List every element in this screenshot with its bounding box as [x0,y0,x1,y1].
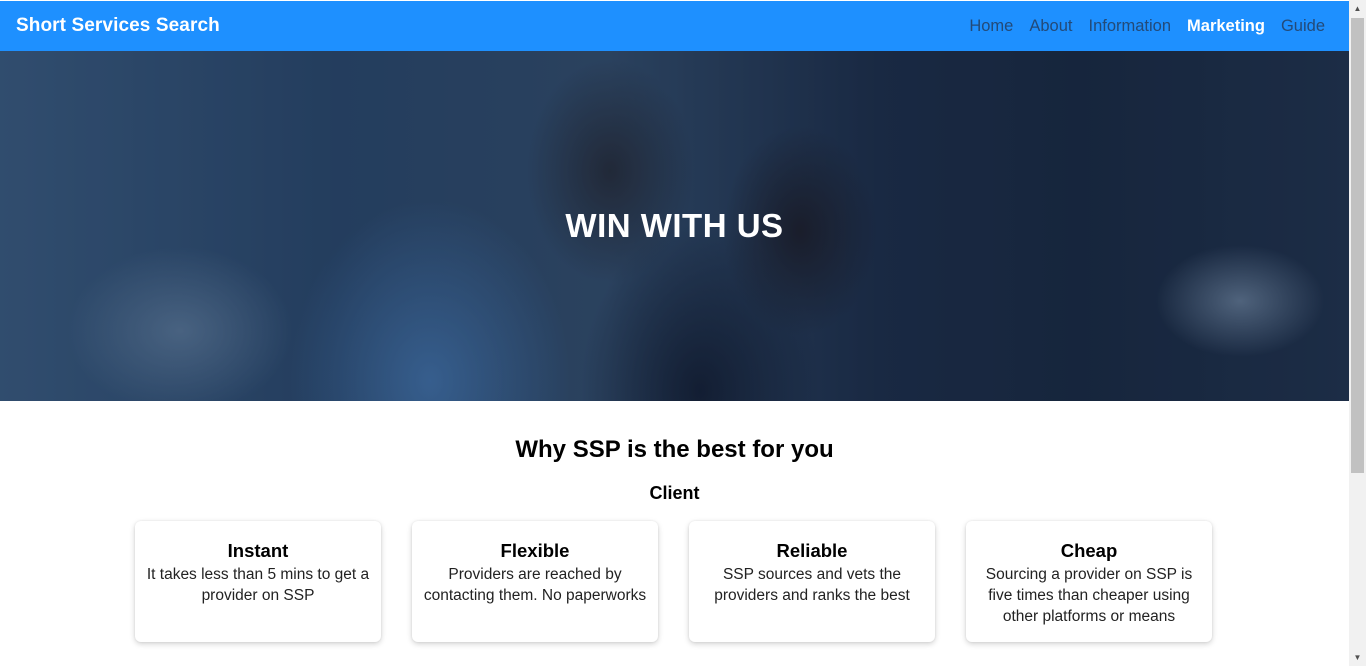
card-title: Flexible [500,540,570,561]
nav-links: Home About Information Marketing Guide [969,17,1333,36]
nav-link-about[interactable]: About [1029,17,1072,36]
feature-card-instant: Instant It takes less than 5 mins to get… [135,521,381,642]
vertical-scrollbar[interactable]: ▲ ▼ [1349,0,1366,666]
card-text: It takes less than 5 mins to get a provi… [146,566,370,604]
brand-logo-text[interactable]: Short Services Search [16,15,220,37]
top-navbar: Short Services Search Home About Informa… [0,1,1349,51]
section-title: Why SSP is the best for you [515,436,834,463]
card-title: Instant [227,540,289,561]
card-title: Reliable [776,540,848,561]
card-text: Providers are reached by contacting them… [423,566,647,604]
card-text: Sourcing a provider on SSP is five times… [985,566,1193,625]
page: Short Services Search Home About Informa… [0,0,1349,666]
feature-card-cheap: Cheap Sourcing a provider on SSP is five… [966,521,1212,642]
hero-title: WIN WITH US [565,207,784,244]
nav-link-home[interactable]: Home [969,17,1013,36]
scroll-up-icon[interactable]: ▲ [1349,0,1366,17]
feature-card-reliable: Reliable SSP sources and vets the provid… [689,521,935,642]
section-subtitle: Client [649,483,700,503]
feature-cards: Instant It takes less than 5 mins to get… [135,521,1215,642]
hero-banner: WIN WITH US [0,51,1349,401]
card-text: SSP sources and vets the providers and r… [714,566,910,604]
nav-link-information[interactable]: Information [1088,17,1171,36]
feature-card-flexible: Flexible Providers are reached by contac… [412,521,658,642]
nav-link-marketing[interactable]: Marketing [1187,17,1265,36]
scroll-down-icon[interactable]: ▼ [1349,649,1366,666]
scrollbar-thumb[interactable] [1351,18,1364,473]
card-title: Cheap [1060,540,1118,561]
nav-link-guide[interactable]: Guide [1281,17,1325,36]
